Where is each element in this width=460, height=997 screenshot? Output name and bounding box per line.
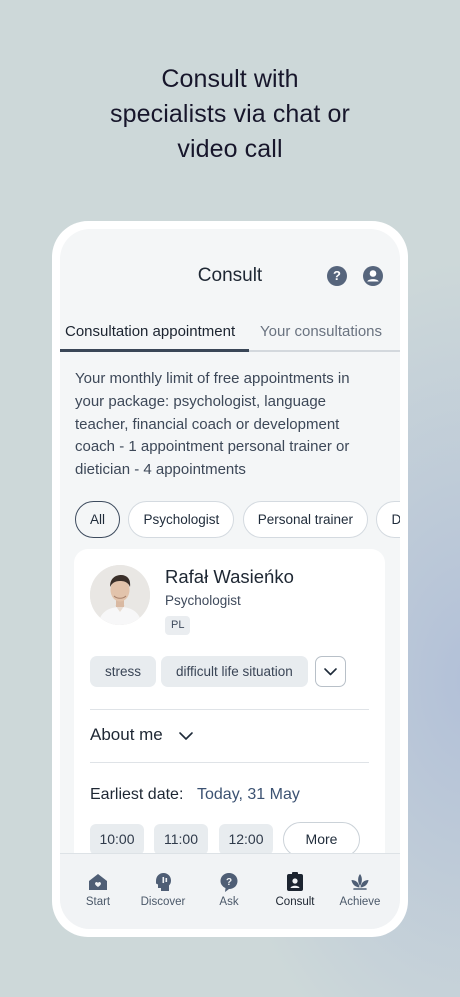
top-bar: Consult ? bbox=[60, 259, 400, 293]
consult-badge-icon bbox=[287, 872, 303, 891]
question-circle-icon[interactable]: ? bbox=[327, 266, 347, 286]
language-badge: PL bbox=[165, 616, 191, 635]
more-slots-button[interactable]: More bbox=[283, 822, 360, 857]
app-screen: Consult ? Consultation appointment Your … bbox=[60, 229, 400, 929]
expand-tags-button[interactable] bbox=[315, 656, 346, 687]
avatar bbox=[90, 565, 150, 625]
nav-item-discover[interactable]: Discover bbox=[133, 870, 193, 908]
user-circle-icon[interactable] bbox=[363, 266, 383, 286]
about-me-toggle[interactable]: About me bbox=[90, 725, 163, 745]
headline-line-2: specialists via chat or bbox=[110, 100, 350, 128]
tag-stress: stress bbox=[90, 656, 157, 687]
time-slot-1100[interactable]: 11:00 bbox=[154, 824, 208, 855]
filter-chips: All Psychologist Personal trainer Dietic… bbox=[75, 501, 400, 541]
specialist-name: Rafał Wasieńko bbox=[165, 566, 294, 587]
headline-line-1: Consult with bbox=[161, 65, 299, 93]
earliest-date-value: Today, 31 May bbox=[197, 786, 300, 803]
divider bbox=[90, 709, 369, 710]
home-heart-icon bbox=[89, 874, 107, 890]
tab-consultation-appointment[interactable]: Consultation appointment bbox=[65, 323, 235, 340]
headline-line-3: video call bbox=[177, 135, 283, 163]
nav-label-start: Start bbox=[85, 896, 111, 908]
head-idea-icon bbox=[156, 873, 171, 891]
nav-label-ask: Ask bbox=[219, 896, 239, 908]
nav-label-achieve: Achieve bbox=[339, 896, 381, 908]
chevron-down-icon[interactable] bbox=[178, 730, 194, 742]
free-appointments-info: Your monthly limit of free appointments … bbox=[75, 370, 350, 479]
svg-text:?: ? bbox=[226, 877, 232, 888]
specialist-card[interactable]: Rafał Wasieńko Psychologist PL stress di… bbox=[74, 549, 385, 879]
promo-headline: Consult with specialists via chat or vid… bbox=[0, 62, 460, 167]
divider bbox=[90, 762, 369, 763]
lotus-icon bbox=[351, 874, 369, 890]
tag-difficult-life-situation: difficult life situation bbox=[161, 656, 308, 687]
screen-title: Consult bbox=[197, 265, 263, 286]
filter-chip-dietician[interactable]: Dietician bbox=[376, 501, 400, 538]
tab-bar: Consultation appointment Your consultati… bbox=[60, 313, 400, 353]
tab-your-consultations[interactable]: Your consultations bbox=[260, 323, 382, 340]
specialist-role: Psychologist bbox=[165, 593, 241, 608]
earliest-date-label: Earliest date: bbox=[90, 786, 184, 803]
nav-label-consult: Consult bbox=[275, 896, 315, 908]
nav-item-ask[interactable]: ? Ask bbox=[199, 870, 259, 908]
question-bubble-icon: ? bbox=[220, 873, 238, 892]
filter-chip-personal-trainer[interactable]: Personal trainer bbox=[242, 501, 369, 538]
filter-chip-all[interactable]: All bbox=[75, 501, 121, 538]
time-slot-1200[interactable]: 12:00 bbox=[219, 824, 273, 855]
nav-item-consult[interactable]: Consult bbox=[265, 870, 325, 908]
active-tab-indicator bbox=[60, 349, 249, 352]
nav-item-achieve[interactable]: Achieve bbox=[330, 870, 390, 908]
nav-label-discover: Discover bbox=[140, 896, 186, 908]
bottom-navigation: Start Discover ? Ask Consult Achieve bbox=[60, 853, 400, 929]
phone-frame: Consult ? Consultation appointment Your … bbox=[52, 221, 408, 937]
chevron-down-icon bbox=[324, 668, 337, 676]
nav-item-start[interactable]: Start bbox=[68, 870, 128, 908]
time-slot-1000[interactable]: 10:00 bbox=[90, 824, 144, 855]
filter-chip-psychologist[interactable]: Psychologist bbox=[128, 501, 235, 538]
